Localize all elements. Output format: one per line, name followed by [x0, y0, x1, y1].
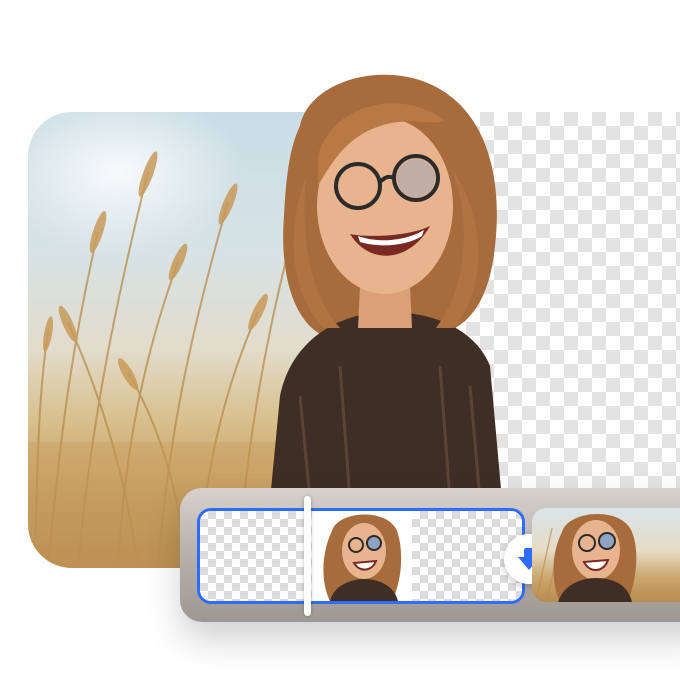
before-after-thumbnail[interactable] [197, 508, 525, 604]
thumbnail-person [323, 514, 402, 601]
thumbnail-transparent-left [200, 511, 312, 601]
compare-slider-handle[interactable] [304, 496, 311, 616]
result-thumbnail[interactable] [532, 508, 680, 602]
person-cutout [270, 74, 502, 500]
result-thumbnail-person [535, 513, 637, 602]
background-remover-preview [0, 0, 680, 680]
